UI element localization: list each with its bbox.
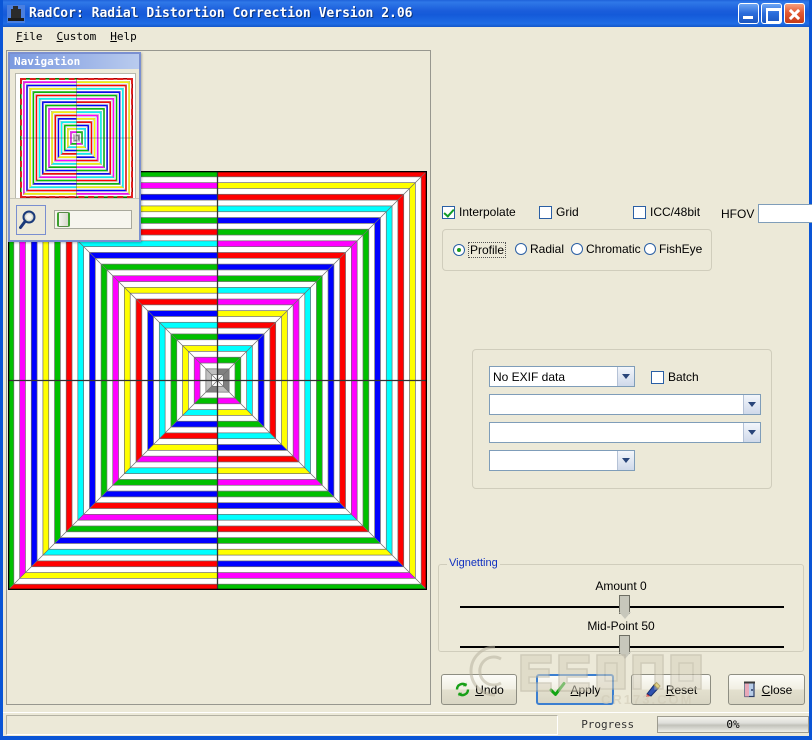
chevron-down-icon[interactable] — [743, 423, 760, 442]
icc-checkbox[interactable]: ICC/48bit — [633, 205, 700, 219]
correction-mode-group: Profile Radial Chromatic FishEye — [442, 229, 712, 271]
checkmark-icon — [549, 681, 566, 698]
radio-profile[interactable]: Profile — [453, 242, 507, 258]
camera-model-combo[interactable] — [489, 422, 761, 443]
batch-checkbox-box — [651, 370, 664, 384]
refresh-icon — [454, 681, 471, 698]
navigation-thumbnail-frame[interactable] — [15, 73, 136, 201]
undo-button[interactable]: Undo — [441, 674, 517, 705]
grid-label: Grid — [556, 205, 579, 219]
menu-item-help[interactable]: Help — [103, 29, 144, 44]
door-icon — [741, 681, 758, 698]
apply-label: Apply — [570, 682, 601, 697]
zoom-slider[interactable] — [54, 210, 132, 229]
hfov-label: HFOV — [721, 206, 755, 221]
camera-make-combo[interactable] — [489, 394, 761, 415]
hfov-input[interactable] — [758, 204, 812, 223]
display-options-row: Interpolate Grid ICC/48bit HFOV — [439, 203, 812, 225]
reset-button[interactable]: Reset — [631, 674, 711, 705]
vignetting-midpoint-thumb[interactable] — [619, 635, 631, 659]
magnifier-icon[interactable] — [16, 205, 46, 235]
vignetting-group: Vignetting Amount 0 Mid-Point 50 — [438, 557, 804, 659]
vignetting-legend: Vignetting — [447, 557, 500, 569]
menu-bar: File Custom Help — [3, 27, 809, 46]
interpolate-label: Interpolate — [459, 205, 516, 219]
icc-checkbox-box — [633, 205, 646, 219]
radio-fisheye-label: FishEye — [659, 242, 703, 256]
chevron-down-icon[interactable] — [617, 367, 634, 386]
chevron-down-icon[interactable] — [617, 451, 634, 470]
undo-label: Undo — [475, 682, 504, 697]
vignetting-amount-label: Amount 0 — [595, 579, 647, 593]
menu-item-file-rest: ile — [22, 30, 43, 43]
grid-checkbox[interactable]: Grid — [539, 205, 579, 219]
exif-group: No EXIF data Batch — [472, 349, 772, 489]
camera-icon — [7, 4, 25, 23]
radio-fisheye-dot — [644, 243, 656, 255]
navigation-toolbar — [10, 198, 139, 240]
vignetting-amount-thumb[interactable] — [619, 595, 631, 619]
icc-label: ICC/48bit — [650, 205, 701, 219]
window-controls — [736, 3, 805, 24]
chevron-down-icon[interactable] — [743, 395, 760, 414]
title-bar: RadCor: Radial Distortion Correction Ver… — [3, 0, 809, 27]
minimize-button[interactable] — [738, 3, 759, 24]
radio-chromatic-dot — [571, 243, 583, 255]
interpolate-checkbox[interactable]: Interpolate — [442, 205, 516, 219]
menu-item-custom[interactable]: Custom — [50, 29, 104, 44]
hfov-field-group: HFOV — [721, 204, 812, 223]
interpolate-checkbox-box — [442, 205, 455, 219]
menu-item-file[interactable]: File — [9, 29, 50, 44]
window-title: RadCor: Radial Distortion Correction Ver… — [29, 6, 413, 21]
client-area: Navigation Interpolate Grid ICC/48bit HF… — [3, 46, 812, 733]
controls-panel: Interpolate Grid ICC/48bit HFOV Profile … — [433, 46, 812, 733]
eraser-icon — [645, 681, 662, 698]
radio-chromatic-label: Chromatic — [586, 242, 641, 256]
close-button[interactable] — [784, 3, 805, 24]
status-message-pane — [6, 714, 559, 735]
radio-radial-label: Radial — [530, 242, 565, 256]
progress-bar-text: 0% — [726, 718, 740, 731]
progress-label: Progress — [581, 718, 635, 731]
radio-profile-label: Profile — [468, 242, 507, 258]
batch-label: Batch — [668, 370, 699, 384]
radio-profile-dot — [453, 244, 465, 256]
zoom-slider-thumb[interactable] — [57, 212, 70, 227]
navigation-title: Navigation — [10, 54, 139, 69]
exif-data-combo[interactable]: No EXIF data — [489, 366, 635, 387]
grid-checkbox-box — [539, 205, 552, 219]
navigation-panel[interactable]: Navigation — [8, 52, 141, 242]
maximize-button[interactable] — [761, 3, 782, 24]
radio-fisheye[interactable]: FishEye — [644, 242, 702, 256]
radio-radial[interactable]: Radial — [515, 242, 564, 256]
reset-label: Reset — [665, 682, 698, 697]
status-bar: Progress 0% — [3, 712, 809, 736]
batch-checkbox[interactable]: Batch — [651, 370, 699, 384]
exif-data-combo-value: No EXIF data — [493, 369, 566, 384]
menu-item-custom-rest: ustom — [63, 30, 97, 43]
menu-item-help-rest: elp — [116, 30, 137, 43]
radio-radial-dot — [515, 243, 527, 255]
apply-button[interactable]: Apply — [536, 674, 614, 705]
navigation-thumbnail[interactable] — [20, 78, 133, 198]
close-label: Close — [761, 682, 793, 697]
close-dialog-button[interactable]: Close — [728, 674, 805, 705]
lens-combo[interactable] — [489, 450, 635, 471]
vignetting-midpoint-label: Mid-Point 50 — [587, 619, 655, 633]
action-button-row: Undo Apply Reset Close — [439, 674, 807, 708]
progress-bar: 0% — [657, 716, 809, 733]
radio-chromatic[interactable]: Chromatic — [571, 242, 641, 256]
application-window: RadCor: Radial Distortion Correction Ver… — [0, 0, 812, 740]
